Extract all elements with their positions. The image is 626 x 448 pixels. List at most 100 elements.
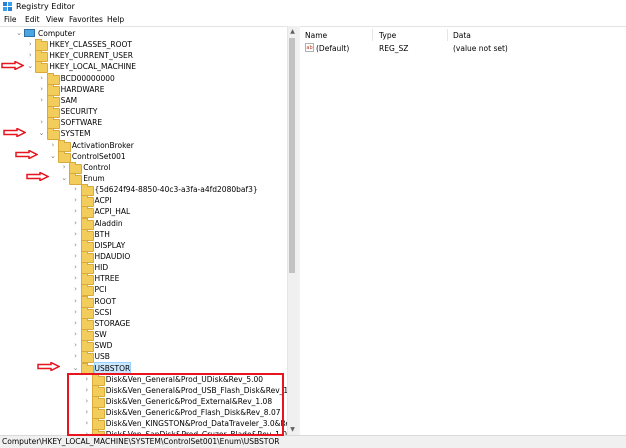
- tree-item[interactable]: ⌄ HKEY_LOCAL_MACHINE: [0, 61, 287, 74]
- tree-item-label: SAM: [60, 95, 78, 105]
- chevron-right-icon[interactable]: ›: [73, 340, 79, 351]
- menu-help[interactable]: Help: [107, 14, 124, 25]
- chevron-right-icon[interactable]: ›: [73, 195, 79, 206]
- chevron-down-icon[interactable]: ⌄: [39, 128, 45, 139]
- chevron-right-icon[interactable]: ›: [61, 162, 67, 173]
- chevron-down-icon[interactable]: ⌄: [27, 61, 33, 72]
- tree-item-label: ACPI_HAL: [94, 207, 131, 217]
- chevron-right-icon[interactable]: ›: [73, 206, 79, 217]
- chevron-right-icon[interactable]: ›: [27, 50, 33, 61]
- tree-item-label: HTREE: [94, 274, 120, 284]
- tree-item-label: Computer: [38, 29, 76, 38]
- tree-item[interactable]: › HKEY_CURRENT_USER: [0, 50, 287, 63]
- scroll-up-icon[interactable]: ▲: [288, 27, 297, 36]
- tree-item[interactable]: ⌄ Computer: [0, 28, 287, 39]
- menu-favorites[interactable]: Favorites: [69, 14, 103, 25]
- values-list[interactable]: Name Type Data ab (Default) REG_SZ (valu…: [300, 26, 626, 436]
- tree-item[interactable]: › HDAUDIO: [0, 251, 287, 263]
- chevron-right-icon[interactable]: ›: [73, 218, 79, 229]
- chevron-down-icon[interactable]: ⌄: [73, 363, 79, 374]
- column-name-header[interactable]: Name: [305, 31, 327, 40]
- red-arrow-icon: [37, 362, 60, 371]
- tree-item[interactable]: › HTREE: [0, 273, 287, 286]
- chevron-down-icon[interactable]: ⌄: [16, 28, 22, 39]
- menu-edit[interactable]: Edit: [25, 14, 40, 25]
- tree-item-label: SOFTWARE: [60, 118, 103, 128]
- status-path: Computer\HKEY_LOCAL_MACHINE\SYSTEM\Contr…: [2, 437, 280, 446]
- chevron-right-icon[interactable]: ›: [73, 318, 79, 329]
- tree-item[interactable]: ⌄ ControlSet001: [0, 150, 287, 163]
- tree-item-label: HID: [94, 263, 109, 273]
- chevron-right-icon[interactable]: ›: [50, 140, 56, 151]
- chevron-right-icon[interactable]: ›: [73, 273, 79, 284]
- tree-item[interactable]: › Aladdin: [0, 217, 287, 230]
- window-title: Registry Editor: [16, 2, 75, 11]
- chevron-right-icon[interactable]: ›: [73, 229, 79, 240]
- tree-item[interactable]: › HKEY_CLASSES_ROOT: [0, 39, 287, 52]
- chevron-right-icon[interactable]: ›: [73, 184, 79, 195]
- tree-item-label: ControlSet001: [71, 151, 126, 161]
- value-name: (Default): [316, 44, 350, 53]
- chevron-right-icon[interactable]: ›: [73, 240, 79, 251]
- tree-item[interactable]: › ActivationBroker: [0, 139, 287, 152]
- tree-item[interactable]: › ACPI: [0, 195, 287, 208]
- chevron-right-icon[interactable]: ›: [39, 73, 45, 84]
- tree-item[interactable]: › SOFTWARE: [0, 117, 287, 130]
- tree-item-label: Aladdin: [94, 218, 123, 228]
- chevron-right-icon[interactable]: ›: [73, 296, 79, 307]
- chevron-right-icon[interactable]: ›: [39, 84, 45, 95]
- chevron-right-icon[interactable]: ›: [73, 329, 79, 340]
- tree-item[interactable]: › DISPLAY: [0, 239, 287, 252]
- tree-item-label: STORAGE: [94, 318, 131, 328]
- column-divider[interactable]: [447, 29, 448, 41]
- chevron-right-icon[interactable]: ›: [27, 39, 33, 50]
- chevron-down-icon[interactable]: ⌄: [50, 151, 56, 162]
- menu-view[interactable]: View: [46, 14, 64, 25]
- tree-item-label: HDAUDIO: [94, 252, 131, 261]
- chevron-right-icon[interactable]: ›: [73, 307, 79, 318]
- chevron-down-icon[interactable]: ⌄: [61, 173, 67, 184]
- tree-item[interactable]: › ACPI_HAL: [0, 206, 287, 219]
- tree-item[interactable]: › PCI: [0, 284, 287, 297]
- registry-editor-icon: [3, 2, 12, 11]
- tree-item[interactable]: › SAM: [0, 94, 287, 107]
- chevron-right-icon[interactable]: ›: [73, 251, 79, 262]
- scroll-thumb[interactable]: [289, 38, 295, 273]
- tree-item[interactable]: SECURITY: [0, 106, 287, 119]
- chevron-right-icon[interactable]: ›: [73, 262, 79, 273]
- value-type: REG_SZ: [379, 44, 409, 53]
- tree-scrollbar[interactable]: ▲ ▼: [287, 26, 297, 435]
- tree-item-label: ACPI: [94, 196, 112, 206]
- tree-item-label: DISPLAY: [94, 240, 126, 250]
- red-arrow-icon: [26, 172, 49, 181]
- chevron-right-icon[interactable]: ›: [73, 351, 79, 362]
- tree-item[interactable]: › SCSI: [0, 306, 287, 319]
- scroll-down-icon[interactable]: ▼: [288, 425, 297, 434]
- column-data-header[interactable]: Data: [453, 31, 471, 40]
- tree-item[interactable]: › SWD: [0, 340, 287, 353]
- tree-item-label: SYSTEM: [60, 129, 91, 139]
- tree-item[interactable]: › SW: [0, 329, 287, 342]
- tree-item[interactable]: › BCD00000000: [0, 72, 287, 85]
- tree-item[interactable]: › HID: [0, 262, 287, 275]
- chevron-right-icon[interactable]: ›: [39, 117, 45, 128]
- menu-file[interactable]: File: [4, 14, 17, 25]
- chevron-right-icon[interactable]: ›: [73, 284, 79, 295]
- tree-item[interactable]: › STORAGE: [0, 317, 287, 330]
- tree-item[interactable]: › USB: [0, 351, 287, 364]
- column-type-header[interactable]: Type: [379, 31, 396, 40]
- column-divider[interactable]: [372, 29, 373, 41]
- tree-item[interactable]: › HARDWARE: [0, 83, 287, 96]
- tree-item[interactable]: ⌄ SYSTEM: [0, 128, 287, 141]
- tree-item-label: SW: [94, 330, 107, 340]
- tree-item[interactable]: › BTH: [0, 228, 287, 241]
- tree-item[interactable]: › ROOT: [0, 295, 287, 308]
- tree-item-label: HARDWARE: [60, 84, 105, 94]
- tree-item-label: {5d624f94-8850-40c3-a3fa-a4fd2080baf3}: [94, 185, 258, 195]
- chevron-right-icon[interactable]: ›: [39, 95, 45, 106]
- tree-item-label: BTH: [94, 229, 110, 239]
- tree-item-label: Enum: [83, 173, 105, 183]
- tree-item-label: USB: [94, 352, 110, 362]
- string-value-icon: ab: [305, 43, 314, 52]
- tree-item[interactable]: › {5d624f94-8850-40c3-a3fa-a4fd2080baf3}: [0, 184, 287, 197]
